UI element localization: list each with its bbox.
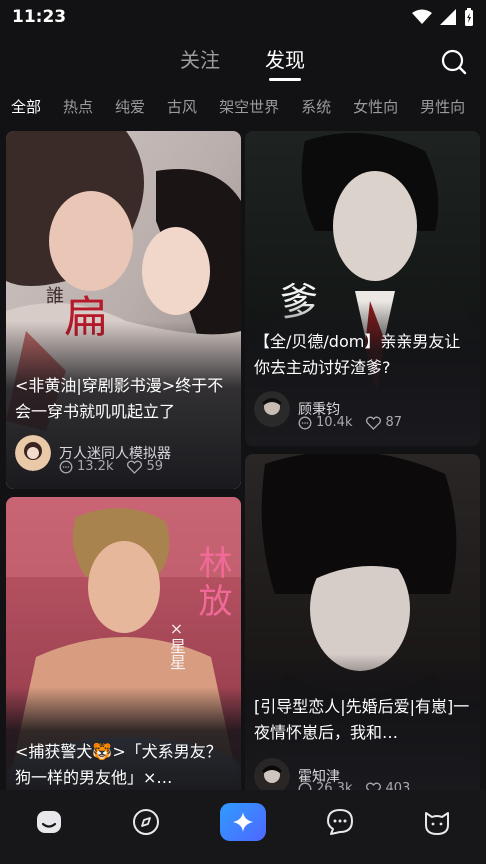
bottom-nav xyxy=(0,790,486,864)
status-bar: 11:23 xyxy=(0,0,486,34)
sparkle-icon xyxy=(232,812,253,832)
search-icon[interactable] xyxy=(440,48,468,76)
tab-underline xyxy=(269,78,301,81)
category-all[interactable]: 全部 xyxy=(0,92,52,122)
category-male[interactable]: 男性向 xyxy=(409,92,476,122)
wifi-icon xyxy=(412,9,432,24)
view-count: 10.4k xyxy=(316,415,353,430)
stats-row: 13.2k 59 xyxy=(59,459,171,474)
create-button[interactable] xyxy=(219,803,266,841)
battery-icon xyxy=(465,8,473,26)
signal-icon xyxy=(440,9,456,25)
heart-icon[interactable] xyxy=(127,460,143,474)
card-title: [引导型恋人|先婚后爱|有崽]一夜情怀崽后，我和… xyxy=(254,697,470,742)
stats-row: 10.4k 87 xyxy=(298,415,410,430)
story-card[interactable]: 林放 ×星星 <捕获警犬🐯>「犬系男友？狗一样的男友他」×… xyxy=(6,497,241,797)
card-title: <非黄油|穿剧影书漫>终于不会一穿书就叽叽起立了 xyxy=(15,376,224,421)
comment-icon xyxy=(59,460,73,473)
tab-follow[interactable]: 关注 xyxy=(180,44,220,73)
card-title: <捕获警犬🐯>「犬系男友？狗一样的男友他」×… xyxy=(15,742,222,787)
category-ancient[interactable]: 古风 xyxy=(156,92,208,122)
status-time: 11:23 xyxy=(12,7,67,27)
card-title: 【全/贝德/dom】亲亲男友让你去主动讨好渣爹? xyxy=(254,332,461,377)
category-row: 全部 热点 纯爱 古风 架空世界 系统 女性向 男性向 xyxy=(0,92,486,122)
like-count: 87 xyxy=(385,415,403,430)
chat-icon xyxy=(327,809,354,835)
compass-icon xyxy=(132,809,159,835)
category-fictional-world[interactable]: 架空世界 xyxy=(208,92,290,122)
avatar xyxy=(254,758,290,794)
status-icons xyxy=(412,8,474,26)
nav-messages[interactable] xyxy=(317,799,363,845)
avatar xyxy=(15,435,51,471)
story-card[interactable]: 爹 【全/贝德/dom】亲亲男友让你去主动讨好渣爹? 顾秉钧 10.4k 87 xyxy=(245,131,480,446)
story-card[interactable]: 誰 扁 <非黄油|穿剧影书漫>终于不会一穿书就叽叽起立了 万人迷同人模拟器 13… xyxy=(6,131,241,489)
nav-profile[interactable] xyxy=(414,799,460,845)
comment-icon xyxy=(298,416,312,429)
cat-icon xyxy=(425,812,450,835)
like-count: 59 xyxy=(146,459,164,474)
tab-discover[interactable]: 发现 xyxy=(265,44,305,73)
nav-explore[interactable] xyxy=(123,799,169,845)
category-female[interactable]: 女性向 xyxy=(342,92,409,122)
home-icon xyxy=(36,811,61,833)
nav-create[interactable] xyxy=(219,799,266,845)
category-pure-love[interactable]: 纯爱 xyxy=(104,92,156,122)
avatar xyxy=(254,391,290,427)
top-tabs: 关注 发现 xyxy=(0,40,486,84)
category-hot[interactable]: 热点 xyxy=(52,92,104,122)
heart-icon[interactable] xyxy=(366,416,382,430)
nav-home[interactable] xyxy=(26,799,72,845)
category-system[interactable]: 系统 xyxy=(290,92,342,122)
view-count: 13.2k xyxy=(77,459,114,474)
story-card[interactable]: [引导型恋人|先婚后爱|有崽]一夜情怀崽后，我和… 霍知津 26.3k 403 xyxy=(245,454,480,797)
